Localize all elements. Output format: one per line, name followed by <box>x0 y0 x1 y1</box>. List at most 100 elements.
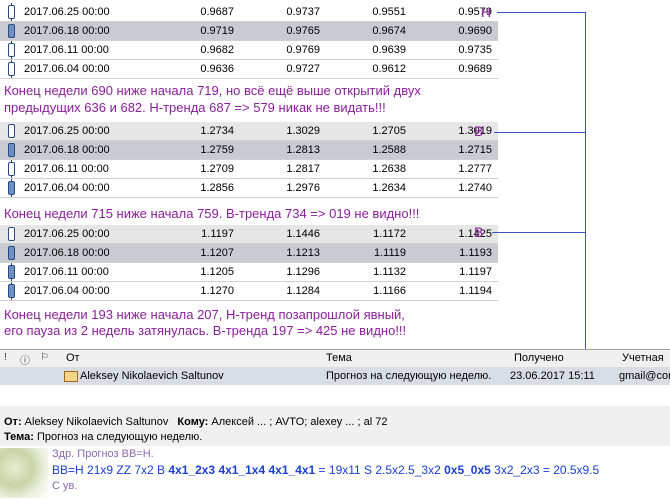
candle-icon <box>7 263 15 281</box>
body-line-2: ВВ=Н 21х9 ZZ 7х2 В 4х1_2х3 4х1_1х4 4х1_4… <box>52 463 600 477</box>
message-header: От: Aleksey Nikolaevich Saltunov Кому: А… <box>0 406 670 446</box>
cell-h: 1.1296 <box>240 262 326 282</box>
cell-c: 0.9689 <box>412 59 498 79</box>
comment-3-line-1: Конец недели 193 ниже начала 207, Н-трен… <box>4 307 405 322</box>
connector-b-1 <box>494 132 585 133</box>
attachment-icon[interactable]: ⓘ <box>20 352 30 367</box>
mail-account: gmail@com <box>619 370 670 382</box>
quotes-table-2: 2017.06.25 00:00 1.2734 1.3029 1.2705 1.3019… <box>0 122 498 198</box>
cell-o: 0.9719 <box>154 21 240 41</box>
to-value[interactable]: Алексей ... ; AVTO; alexey ... ; al 72 <box>211 416 387 428</box>
cell-l: 0.9551 <box>326 3 412 22</box>
mail-list-empty-area <box>0 386 670 407</box>
comment-1-line-2: предыдущих 636 и 682. Н-тренда 687 => 57… <box>4 100 386 115</box>
mail-list-row[interactable]: Aleksey Nikolaevich Saltunov Прогноз на … <box>0 367 670 385</box>
from-value[interactable]: Aleksey Nikolaevich Saltunov <box>25 416 169 428</box>
cell-h: 0.9765 <box>240 21 326 41</box>
mail-from: Aleksey Nikolaevich Saltunov <box>80 370 224 382</box>
cell-c: 1.2777 <box>412 159 498 179</box>
cell-date: 2017.06.04 00:00 <box>22 59 154 79</box>
cell-h: 0.9737 <box>240 3 326 22</box>
cell-c: 1.1197 <box>412 262 498 282</box>
cell-o: 1.2709 <box>154 159 240 179</box>
cell-date: 2017.06.18 00:00 <box>22 21 154 41</box>
cell-h: 1.2813 <box>240 140 326 160</box>
mail-received: 23.06.2017 15:11 <box>510 370 595 382</box>
cell-h: 1.2817 <box>240 159 326 179</box>
cell-l: 1.2634 <box>326 178 412 198</box>
cell-l: 1.1132 <box>326 262 412 282</box>
table-row[interactable]: 2017.06.18 00:00 1.2759 1.2813 1.2588 1.2715 <box>0 140 498 160</box>
cell-l: 0.9639 <box>326 40 412 60</box>
table-row[interactable]: 2017.06.25 00:00 1.2734 1.3029 1.2705 1.3019 <box>0 122 498 141</box>
table-row[interactable]: 2017.06.11 00:00 1.2709 1.2817 1.2638 1.2777 <box>0 159 498 179</box>
cell-l: 1.1166 <box>326 281 412 301</box>
cell-date: 2017.06.04 00:00 <box>22 178 154 198</box>
column-received[interactable]: Получено <box>514 352 564 364</box>
table-row[interactable]: 2017.06.11 00:00 0.9682 0.9769 0.9639 0.9735 <box>0 40 498 60</box>
column-subject[interactable]: Тема <box>326 352 352 364</box>
cell-date: 2017.06.18 00:00 <box>22 140 154 160</box>
mail-subject: Прогноз на следующую неделю. <box>326 370 492 382</box>
cell-o: 0.9636 <box>154 59 240 79</box>
cell-h: 0.9769 <box>240 40 326 60</box>
table-row[interactable]: 2017.06.04 00:00 0.9636 0.9727 0.9612 0.9689 <box>0 59 498 79</box>
table-row[interactable]: 2017.06.25 00:00 1.1197 1.1446 1.1172 1.1425 <box>0 225 498 244</box>
from-label: От: <box>4 416 22 428</box>
cell-c: 1.3019 <box>412 122 498 141</box>
cell-o: 0.9687 <box>154 3 240 22</box>
cell-l: 1.2705 <box>326 122 412 141</box>
candle-icon <box>7 22 15 40</box>
cell-o: 1.1197 <box>154 225 240 244</box>
candle-icon <box>7 179 15 197</box>
connector-b-2 <box>492 232 585 233</box>
cell-c: 1.1193 <box>412 243 498 263</box>
candle-icon <box>7 141 15 159</box>
label-b-2: В <box>474 224 484 240</box>
connector-h <box>497 12 585 13</box>
cell-date: 2017.06.18 00:00 <box>22 243 154 263</box>
flag-icon[interactable]: ⚐ <box>40 352 49 363</box>
importance-icon[interactable]: ! <box>4 352 7 363</box>
label-b-1: В <box>474 123 484 139</box>
cell-h: 1.2976 <box>240 178 326 198</box>
cell-c: 1.2715 <box>412 140 498 160</box>
comment-2: Конец недели 715 ниже начала 759. В-трен… <box>4 206 420 221</box>
label-h: Н <box>481 4 492 20</box>
table-row[interactable]: 2017.06.18 00:00 0.9719 0.9765 0.9674 0.9690 <box>0 21 498 41</box>
cell-date: 2017.06.11 00:00 <box>22 40 154 60</box>
comment-3-line-2: его пауза из 2 недель затянулась. В-трен… <box>4 323 407 338</box>
cell-l: 1.2588 <box>326 140 412 160</box>
cell-c: 1.1194 <box>412 281 498 301</box>
cell-l: 0.9612 <box>326 59 412 79</box>
table-row[interactable]: 2017.06.04 00:00 1.1270 1.1284 1.1166 1.1194 <box>0 281 498 301</box>
table-row[interactable]: 2017.06.25 00:00 0.9687 0.9737 0.9551 0.9579 <box>0 3 498 22</box>
cell-c: 0.9735 <box>412 40 498 60</box>
subject-label: Тема: <box>4 431 34 443</box>
connector-vertical <box>585 12 586 360</box>
candle-icon <box>7 3 15 21</box>
table-row[interactable]: 2017.06.11 00:00 1.1205 1.1296 1.1132 1.1197 <box>0 262 498 282</box>
message-body: Здр. Прогноз ВВ=Н. ВВ=Н 21х9 ZZ 7х2 В 4х… <box>0 446 670 499</box>
envelope-icon <box>64 371 78 382</box>
cell-date: 2017.06.25 00:00 <box>22 225 154 244</box>
subject-value: Прогноз на следующую неделю. <box>36 431 203 443</box>
flower-image <box>0 448 48 498</box>
cell-o: 1.2759 <box>154 140 240 160</box>
cell-h: 1.1446 <box>240 225 326 244</box>
cell-date: 2017.06.04 00:00 <box>22 281 154 301</box>
candle-icon <box>7 282 15 300</box>
candle-icon <box>7 41 15 59</box>
comment-1-line-1: Конец недели 690 ниже начала 719, но всё… <box>4 83 421 98</box>
cell-o: 1.1270 <box>154 281 240 301</box>
candle-icon <box>7 244 15 262</box>
table-row[interactable]: 2017.06.04 00:00 1.2856 1.2976 1.2634 1.2740 <box>0 178 498 198</box>
cell-l: 0.9674 <box>326 21 412 41</box>
cell-l: 1.1119 <box>326 243 412 263</box>
cell-h: 1.1213 <box>240 243 326 263</box>
cell-date: 2017.06.11 00:00 <box>22 159 154 179</box>
table-row[interactable]: 2017.06.18 00:00 1.1207 1.1213 1.1119 1.1193 <box>0 243 498 263</box>
column-from[interactable]: От <box>66 352 80 364</box>
cell-o: 1.1207 <box>154 243 240 263</box>
cell-o: 1.2734 <box>154 122 240 141</box>
